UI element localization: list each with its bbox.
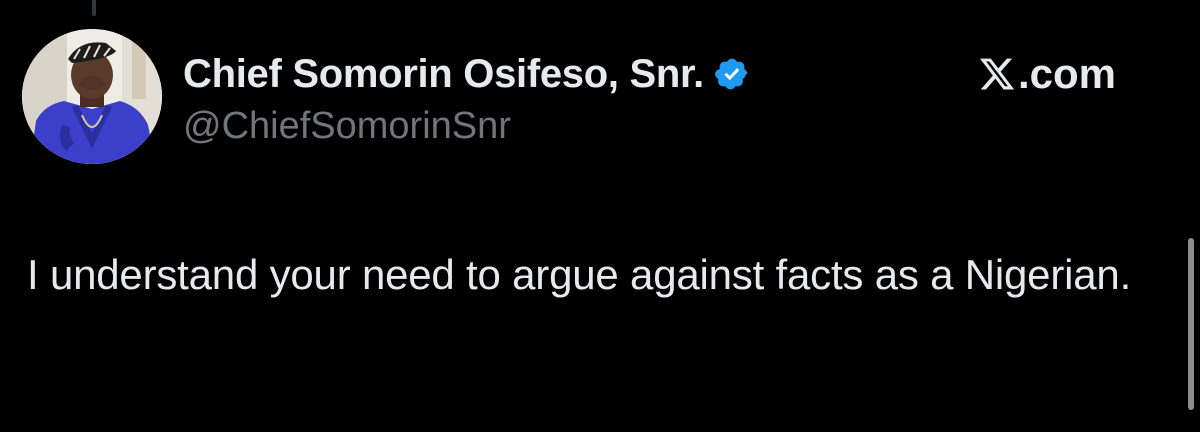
thread-connector-line (92, 0, 96, 16)
tweet-text: I understand your need to argue against … (27, 251, 1132, 298)
brand-domain-text: .com (1018, 50, 1117, 97)
x-logo-icon (978, 55, 1016, 93)
avatar-photo (22, 29, 162, 164)
scrollbar[interactable] (1188, 238, 1194, 410)
author-name-row[interactable]: Chief Somorin Osifeso, Snr. (183, 48, 750, 100)
verified-badge-icon (714, 56, 750, 92)
avatar[interactable] (22, 29, 162, 164)
author-handle[interactable]: @ChiefSomorinSnr (183, 105, 511, 148)
site-brand: .com (978, 48, 1116, 100)
author-display-name[interactable]: Chief Somorin Osifeso, Snr. (183, 52, 704, 97)
